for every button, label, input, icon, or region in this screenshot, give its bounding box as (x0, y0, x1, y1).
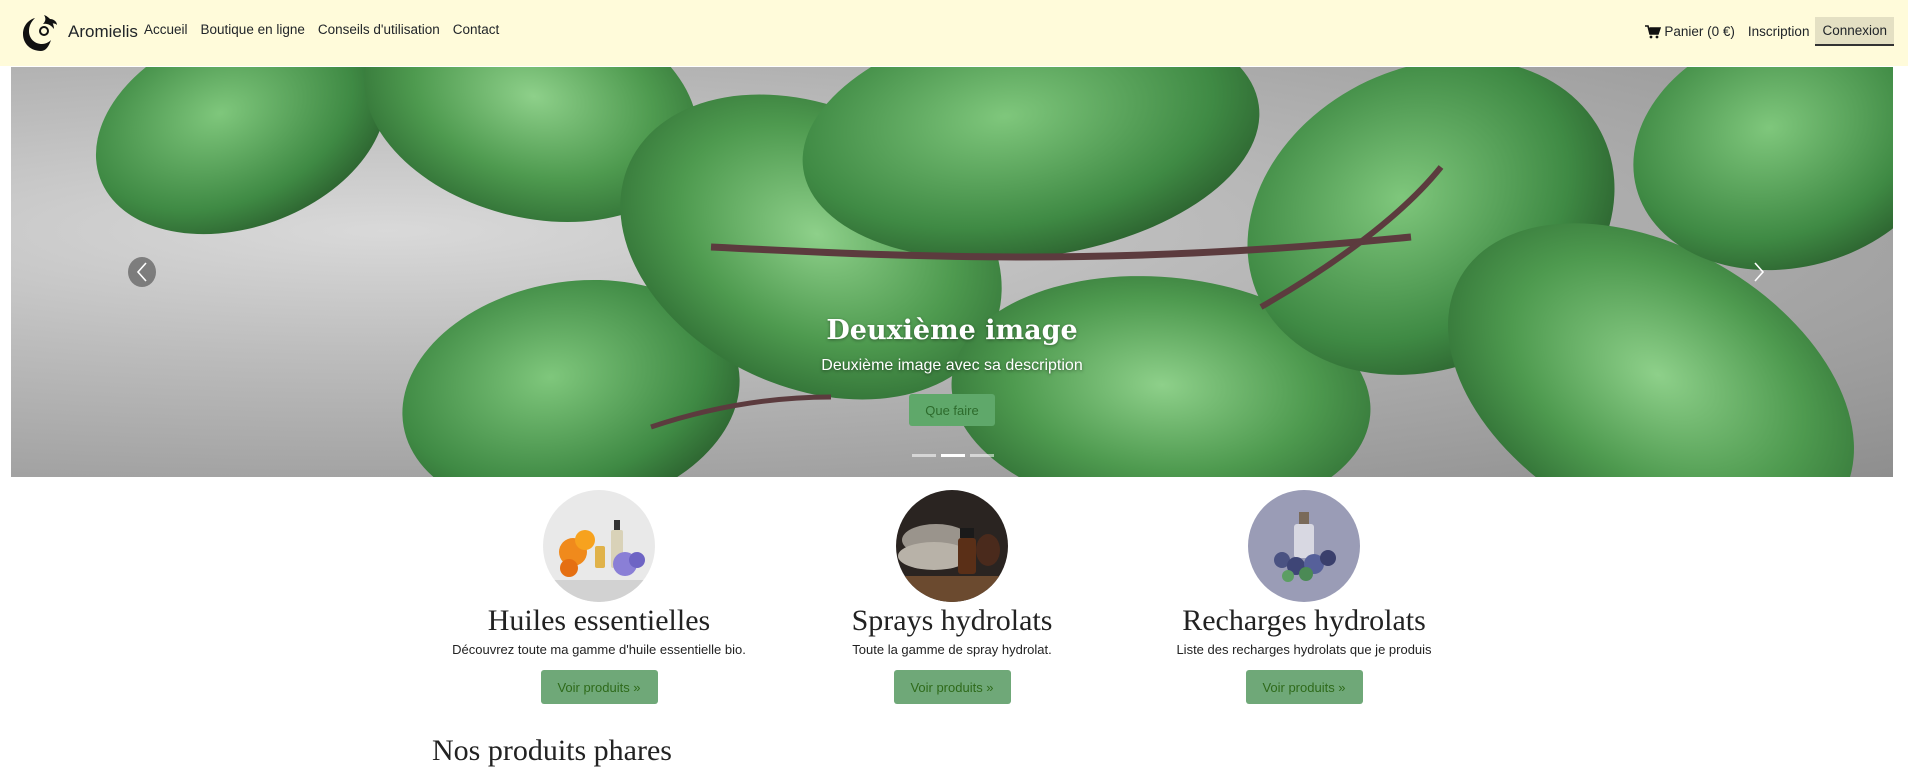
category-description: Toute la gamme de spray hydrolat. (852, 642, 1052, 657)
category-title: Sprays hydrolats (851, 604, 1053, 637)
brand-name: Aromielis (68, 22, 138, 41)
nav-link-boutique[interactable]: Boutique en ligne (201, 22, 305, 37)
aromielis-logo-icon (23, 15, 57, 51)
signup-link[interactable]: Inscription (1748, 24, 1810, 39)
carousel-caption-description: Deuxième image avec sa description (821, 357, 1083, 374)
carousel-prev-button[interactable] (128, 257, 156, 287)
carousel-indicator-1[interactable] (912, 454, 936, 457)
chevron-right-icon (1754, 262, 1765, 282)
login-button[interactable]: Connexion (1815, 17, 1894, 46)
brand-link[interactable]: Aromielis (20, 10, 138, 54)
carousel-indicator-2[interactable] (941, 454, 965, 457)
category-description: Découvrez toute ma gamme d'huile essenti… (452, 642, 746, 657)
nav-link-conseils[interactable]: Conseils d'utilisation (318, 22, 440, 37)
main-nav: Accueil Boutique en ligne Conseils d'uti… (144, 22, 512, 37)
category-image (896, 490, 1008, 602)
category-description: Liste des recharges hydrolats que je pro… (1176, 642, 1432, 657)
essential-oils-image (543, 490, 655, 602)
category-view-products-button[interactable]: Voir produits » (893, 670, 1011, 704)
hero-carousel: Deuxième image Deuxième image avec sa de… (11, 67, 1893, 477)
category-title: Huiles essentielles (487, 604, 711, 637)
carousel-cta-button[interactable]: Que faire (909, 394, 995, 426)
category-view-products-button[interactable]: Voir produits » (1245, 670, 1363, 704)
shopping-cart-icon (1645, 24, 1662, 38)
category-sprays: Sprays hydrolats Toute la gamme de spray… (787, 490, 1117, 704)
carousel-next-button[interactable] (1745, 257, 1773, 287)
carousel-indicators (912, 454, 999, 457)
category-recharges: Recharges hydrolats Liste des recharges … (1139, 490, 1469, 704)
chevron-left-icon (136, 262, 147, 282)
user-nav: Panier (0 €) Inscription Connexion (1645, 17, 1894, 46)
category-huiles: Huiles essentielles Découvrez toute ma g… (434, 490, 764, 704)
nav-link-contact[interactable]: Contact (453, 22, 500, 37)
category-view-products-button[interactable]: Voir produits » (540, 670, 658, 704)
category-image (1248, 490, 1360, 602)
featured-products-title: Nos produits phares (432, 734, 672, 767)
carousel-indicator-3[interactable] (970, 454, 994, 457)
hydrolat-refill-image (1248, 490, 1360, 602)
nav-link-accueil[interactable]: Accueil (144, 22, 188, 37)
cart-label: Panier (0 €) (1664, 24, 1735, 39)
cart-link[interactable]: Panier (0 €) (1645, 24, 1735, 39)
navbar: Aromielis Accueil Boutique en ligne Cons… (0, 0, 1908, 66)
hydrolat-spray-image (896, 490, 1008, 602)
category-title: Recharges hydrolats (1182, 604, 1426, 637)
carousel-caption-title: Deuxième image (826, 315, 1078, 346)
category-image (543, 490, 655, 602)
